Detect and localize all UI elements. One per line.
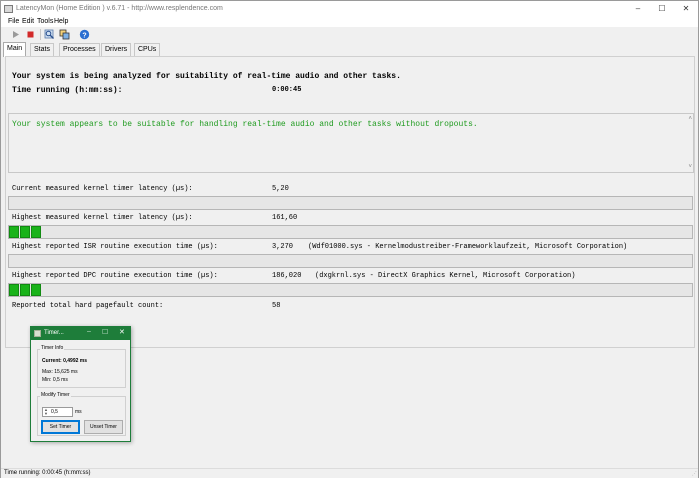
- highest-latency-bar: [8, 225, 693, 239]
- timer-min: Min: 0,5 ms: [42, 377, 68, 383]
- menu-bar: File Edit Tools Help: [1, 17, 698, 27]
- tab-processes[interactable]: Processes: [59, 43, 100, 56]
- menu-file[interactable]: File: [8, 18, 19, 25]
- time-running-value: 0:00:45: [272, 86, 302, 94]
- unset-timer-button[interactable]: Unset Timer: [84, 420, 123, 434]
- timer-dialog-title-bar[interactable]: Timer... – ☐ ✕: [31, 327, 130, 340]
- close-button[interactable]: ✕: [674, 1, 698, 17]
- modify-timer-legend: Modify Timer: [40, 392, 71, 398]
- timer-app-icon: [34, 330, 41, 337]
- dpc-detail: (dxgkrnl.sys - DirectX Graphics Kernel, …: [315, 272, 576, 280]
- pagefault-value: 58: [272, 302, 281, 310]
- status-text: Time running: 0:00:45 (h:mm:ss): [4, 470, 91, 476]
- current-latency-bar: [8, 196, 693, 210]
- app-icon: [4, 5, 13, 13]
- highest-latency-label: Highest measured kernel timer latency (µ…: [12, 214, 193, 222]
- isr-bar: [8, 254, 693, 268]
- timer-info-legend: Timer Info: [40, 345, 65, 351]
- tab-main[interactable]: Main: [3, 42, 27, 57]
- timer-dialog-title: Timer...: [44, 330, 64, 336]
- dpc-label: Highest reported DPC routine execution t…: [12, 272, 218, 280]
- timer-dialog: Timer... – ☐ ✕ Timer Info Current: 0,499…: [30, 326, 131, 442]
- minimize-button[interactable]: –: [626, 1, 650, 17]
- window-title: LatencyMon (Home Edition ) v.6.71 - http…: [16, 5, 223, 12]
- timer-max: Max: 15,625 ms: [42, 369, 78, 375]
- dpc-bar-fill: [9, 284, 42, 296]
- current-latency-value: 5,20: [272, 185, 289, 193]
- tab-strip: Main Stats Processes Drivers CPUs: [3, 42, 698, 57]
- maximize-button[interactable]: ☐: [650, 1, 674, 17]
- set-timer-button[interactable]: Set Timer: [41, 420, 80, 434]
- dpc-value: 186,020: [272, 272, 302, 280]
- timer-value-stepper[interactable]: ▲ ▼ 0,5: [42, 407, 73, 417]
- bar-segment: [9, 284, 19, 296]
- copy-windows-icon[interactable]: [59, 29, 70, 40]
- isr-value: 3,270: [272, 243, 294, 251]
- tab-drivers[interactable]: Drivers: [101, 43, 132, 56]
- pagefault-label: Reported total hard pagefault count:: [12, 302, 164, 310]
- scroll-down-icon[interactable]: ˅: [688, 164, 692, 170]
- timer-minimize-button[interactable]: –: [87, 328, 91, 335]
- help-icon[interactable]: ?: [79, 29, 90, 40]
- verdict-box: Your system appears to be suitable for h…: [8, 113, 694, 173]
- tab-stats[interactable]: Stats: [30, 43, 54, 56]
- isr-label: Highest reported ISR routine execution t…: [12, 243, 218, 251]
- time-running-label: Time running (h:mm:ss):: [12, 86, 123, 95]
- dpc-bar: [8, 283, 693, 297]
- timer-close-button[interactable]: ✕: [119, 328, 125, 336]
- spin-down-icon[interactable]: ▼: [44, 412, 48, 416]
- menu-tools[interactable]: Tools: [37, 18, 53, 25]
- play-icon[interactable]: [10, 29, 21, 40]
- menu-help[interactable]: Help: [54, 18, 68, 25]
- svg-text:?: ?: [82, 32, 86, 39]
- scroll-up-icon[interactable]: ˄: [688, 116, 692, 122]
- toolbar: ?: [1, 27, 698, 42]
- main-panel: Your system is being analyzed for suitab…: [5, 56, 695, 348]
- magnifier-icon[interactable]: [44, 29, 55, 40]
- timer-current: Current: 0,4992 ms: [42, 358, 88, 364]
- analysis-header: Your system is being analyzed for suitab…: [12, 72, 401, 81]
- timer-info-group: Timer Info Current: 0,4992 ms Max: 15,62…: [37, 345, 126, 388]
- bar-segment: [31, 284, 41, 296]
- timer-unit: ms: [75, 409, 82, 415]
- isr-detail: (Wdf01000.sys - Kernelmodustreiber-Frame…: [308, 243, 628, 251]
- verdict-text: Your system appears to be suitable for h…: [12, 120, 478, 129]
- toolbar-separator: [40, 29, 41, 40]
- modify-timer-group: Modify Timer ▲ ▼ 0,5 ms Set Timer Unset …: [37, 392, 126, 436]
- bar-segment: [20, 284, 30, 296]
- bar-segment: [31, 226, 41, 238]
- timer-value-input[interactable]: 0,5: [51, 409, 58, 415]
- status-bar: Time running: 0:00:45 (h:mm:ss) ⋰: [1, 468, 698, 478]
- tab-cpus[interactable]: CPUs: [134, 43, 161, 56]
- stop-icon[interactable]: [25, 29, 36, 40]
- resize-grip-icon[interactable]: ⋰: [692, 471, 697, 477]
- timer-maximize-button[interactable]: ☐: [102, 328, 108, 336]
- bar-segment: [9, 226, 19, 238]
- menu-edit[interactable]: Edit: [22, 18, 34, 25]
- title-bar: LatencyMon (Home Edition ) v.6.71 - http…: [1, 1, 698, 17]
- bar-segment: [20, 226, 30, 238]
- current-latency-label: Current measured kernel timer latency (µ…: [12, 185, 193, 193]
- highest-latency-value: 161,60: [272, 214, 298, 222]
- highest-latency-bar-fill: [9, 226, 42, 238]
